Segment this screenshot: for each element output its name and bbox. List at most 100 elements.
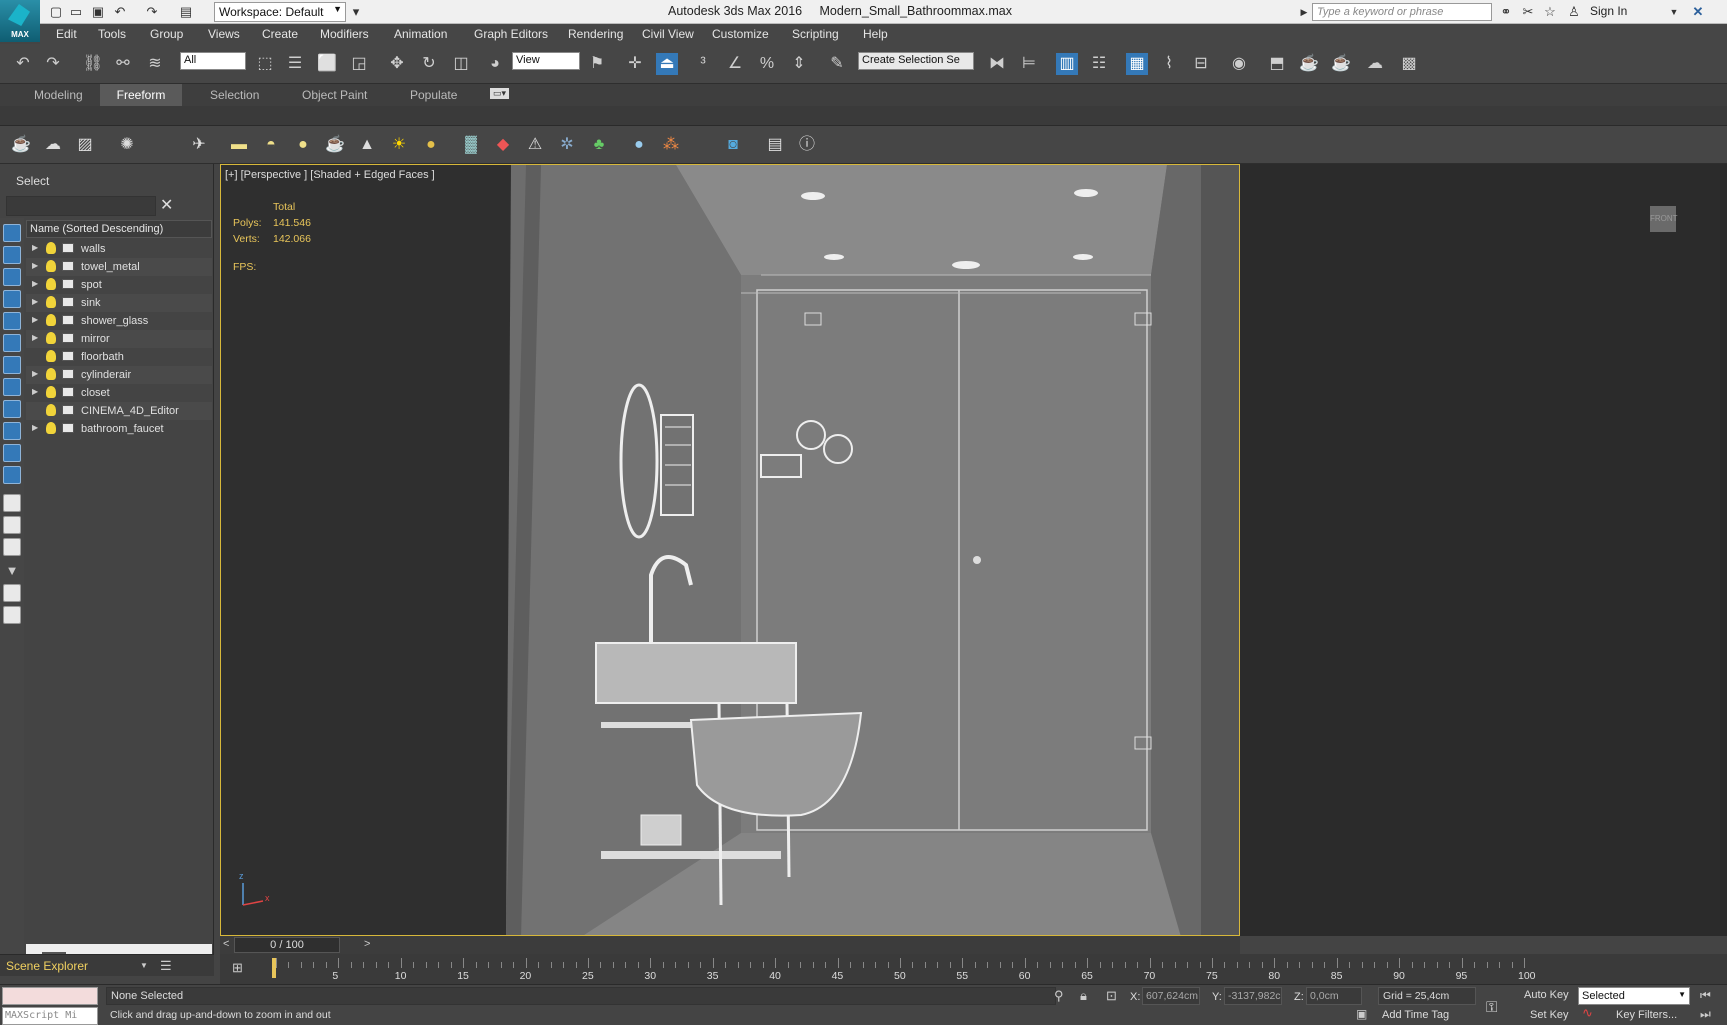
visibility-lightbulb-icon[interactable] bbox=[46, 350, 56, 362]
scene-explorer-dropdown[interactable]: Scene Explorer bbox=[6, 959, 88, 973]
edit-named-selection-icon[interactable]: ✎ bbox=[826, 53, 848, 75]
display-groups-icon[interactable] bbox=[3, 422, 21, 440]
redo-icon[interactable]: ↷ bbox=[42, 53, 64, 75]
previous-key-icon[interactable]: ⏭ bbox=[1700, 1007, 1711, 1022]
scene-object-row[interactable]: ▶ shower_glass bbox=[26, 312, 212, 330]
redo-icon[interactable]: ↷ bbox=[144, 4, 160, 20]
select-and-scale-icon[interactable]: ◫ bbox=[450, 53, 472, 75]
scene-object-row[interactable]: CINEMA_4D_Editor bbox=[26, 402, 212, 420]
menu-animation[interactable]: Animation bbox=[394, 27, 447, 41]
material-editor-icon[interactable]: ◉ bbox=[1228, 53, 1250, 75]
select-and-place-icon[interactable]: ◕ bbox=[484, 53, 506, 75]
column-header-name[interactable]: Name (Sorted Descending) bbox=[26, 220, 212, 238]
close-icon[interactable]: ✕ bbox=[1690, 4, 1706, 20]
trackbar[interactable]: ⊞ 5 10 15 20 25 30 35 40 45 50 55 60 65 70 75 80 85 90 95 1… bbox=[220, 954, 1727, 984]
a360-gallery-icon[interactable]: ▩ bbox=[1398, 53, 1420, 75]
percent-snap-icon[interactable]: % bbox=[756, 53, 778, 75]
project-folder-icon[interactable]: ▤ bbox=[178, 4, 194, 20]
proxy-icon[interactable]: ▓ bbox=[460, 134, 482, 156]
scene-object-row[interactable]: ▶ mirror bbox=[26, 330, 212, 348]
scene-object-row[interactable]: ▶ walls bbox=[26, 240, 212, 258]
visibility-lightbulb-icon[interactable] bbox=[46, 404, 56, 416]
omni-light-icon[interactable]: ● bbox=[420, 134, 442, 156]
filter-icon[interactable]: ▼ bbox=[3, 562, 21, 580]
undo-icon[interactable]: ↶ bbox=[112, 4, 128, 20]
menu-modifiers[interactable]: Modifiers bbox=[320, 27, 369, 41]
display-bones-icon[interactable] bbox=[3, 466, 21, 484]
mini-curve-editor-icon[interactable]: ⊞ bbox=[232, 960, 243, 976]
select-all-icon[interactable] bbox=[3, 224, 21, 242]
open-file-icon[interactable]: ▭ bbox=[68, 4, 84, 20]
visibility-lightbulb-icon[interactable] bbox=[46, 332, 56, 344]
display-cameras-icon[interactable] bbox=[3, 356, 21, 374]
menu-help[interactable]: Help bbox=[863, 27, 888, 41]
time-slider[interactable]: < 0 / 100 > bbox=[220, 936, 1240, 954]
menu-customize[interactable]: Customize bbox=[712, 27, 769, 41]
set-key-button[interactable]: Set Key bbox=[1530, 1009, 1569, 1021]
y-coord-field[interactable]: -3137,982c bbox=[1224, 987, 1282, 1005]
scene-object-row[interactable]: ▶ spot bbox=[26, 276, 212, 294]
select-object-icon[interactable]: ⬚ bbox=[254, 53, 276, 75]
selection-filter-dropdown[interactable]: All bbox=[180, 52, 246, 70]
display-frozen-icon[interactable] bbox=[3, 516, 21, 534]
perspective-viewport[interactable]: z x [+] [Perspective ] [Shaded + Edged F… bbox=[220, 164, 1240, 936]
save-file-icon[interactable]: ▣ bbox=[90, 4, 106, 20]
time-slider-thumb[interactable]: 0 / 100 bbox=[234, 937, 340, 953]
spinner-snap-icon[interactable]: ⇕ bbox=[788, 53, 810, 75]
visibility-lightbulb-icon[interactable] bbox=[46, 260, 56, 272]
expand-arrow-icon[interactable]: ▶ bbox=[32, 243, 38, 252]
sign-in-link[interactable]: Sign In bbox=[1590, 4, 1627, 18]
isolate-selection-icon[interactable]: ⚲ bbox=[1054, 988, 1064, 1004]
menu-graph-editors[interactable]: Graph Editors bbox=[474, 27, 548, 41]
ribbon-options-icon[interactable]: ▭▾ bbox=[490, 88, 510, 99]
menu-tools[interactable]: Tools bbox=[98, 27, 126, 41]
schematic-view-icon[interactable]: ⊟ bbox=[1190, 53, 1212, 75]
display-hidden-icon[interactable] bbox=[3, 538, 21, 556]
quick-access-menu-icon[interactable]: ▾ bbox=[348, 4, 364, 20]
tab-modeling[interactable]: Modeling bbox=[34, 88, 83, 102]
invert-selection-icon[interactable] bbox=[3, 268, 21, 286]
menu-rendering[interactable]: Rendering bbox=[568, 27, 623, 41]
display-containers-icon[interactable] bbox=[3, 494, 21, 512]
user-icon[interactable]: ♙ bbox=[1566, 4, 1582, 20]
rectangular-selection-icon[interactable]: ⬜ bbox=[316, 53, 338, 75]
display-lights-icon[interactable] bbox=[3, 334, 21, 352]
visibility-lightbulb-icon[interactable] bbox=[46, 296, 56, 308]
light-lister-icon[interactable]: ✺ bbox=[116, 134, 138, 156]
displacement-icon[interactable]: ◆ bbox=[492, 134, 514, 156]
chevron-down-icon[interactable]: ▼ bbox=[140, 961, 148, 970]
fur-icon[interactable]: ⚠ bbox=[524, 134, 546, 156]
display-geometry-icon[interactable] bbox=[3, 290, 21, 308]
add-time-tag-button[interactable]: Add Time Tag bbox=[1382, 1009, 1449, 1021]
render-production-icon[interactable]: ☕ bbox=[1330, 53, 1352, 75]
expand-arrow-icon[interactable]: ▶ bbox=[32, 369, 38, 378]
display-space-warps-icon[interactable] bbox=[3, 400, 21, 418]
settings-gear-icon[interactable]: ✲ bbox=[556, 134, 578, 156]
tab-object-paint[interactable]: Object Paint bbox=[302, 88, 367, 102]
scene-object-row[interactable]: ▶ towel_metal bbox=[26, 258, 212, 276]
workspace-dropdown[interactable]: Workspace: Default ▼ bbox=[214, 2, 346, 22]
help-icon[interactable]: ⓘ bbox=[796, 134, 818, 156]
spot-light-icon[interactable]: ▲ bbox=[356, 134, 378, 156]
display-xrefs-icon[interactable] bbox=[3, 444, 21, 462]
window-crossing-icon[interactable]: ◲ bbox=[348, 53, 370, 75]
select-and-manipulate-icon[interactable]: ✛ bbox=[624, 53, 646, 75]
scene-object-row[interactable]: ▶ sink bbox=[26, 294, 212, 312]
menu-group[interactable]: Group bbox=[150, 27, 183, 41]
dome-light-icon[interactable]: ◓ bbox=[260, 134, 282, 156]
align-icon[interactable]: ⊨ bbox=[1018, 53, 1040, 75]
expand-arrow-icon[interactable]: ▶ bbox=[32, 315, 38, 324]
time-tag-icon[interactable]: ▣ bbox=[1356, 1007, 1367, 1021]
favorites-star-icon[interactable]: ☆ bbox=[1542, 4, 1558, 20]
select-and-link-icon[interactable]: ⛓ bbox=[82, 53, 104, 75]
menu-edit[interactable]: Edit bbox=[56, 27, 77, 41]
named-selection-dropdown[interactable]: Create Selection Se bbox=[858, 52, 974, 70]
sign-in-chevron-icon[interactable]: ▼ bbox=[1666, 4, 1682, 20]
cloud-icon[interactable]: ☁ bbox=[42, 134, 64, 156]
bind-to-space-warp-icon[interactable]: ≋ bbox=[144, 53, 166, 75]
undo-icon[interactable]: ↶ bbox=[12, 53, 34, 75]
search-expand-icon[interactable]: ▶ bbox=[1296, 4, 1312, 20]
menu-civil-view[interactable]: Civil View bbox=[642, 27, 694, 41]
plane-light-icon[interactable]: ▬ bbox=[228, 134, 250, 156]
toggle-ribbon-icon[interactable]: ▦ bbox=[1126, 53, 1148, 75]
